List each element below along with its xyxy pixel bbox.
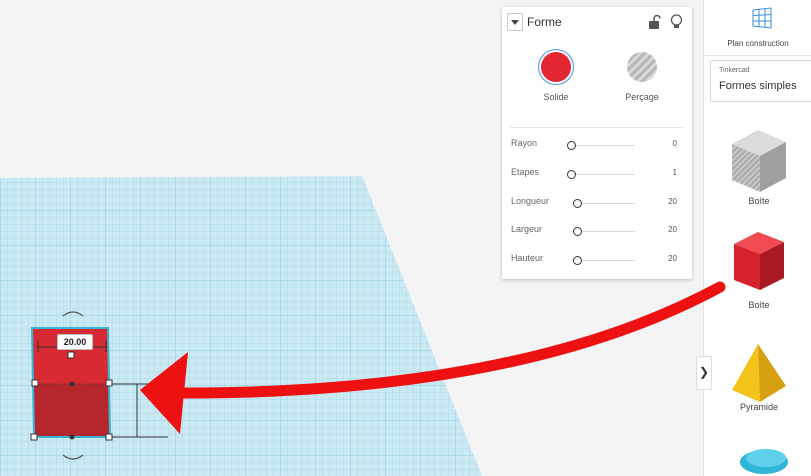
panel-title: Forme [527,15,562,29]
chevron-right-icon: ❯ [699,365,710,379]
param-label: Etapes [511,167,540,177]
param-value[interactable]: 20 [668,254,677,263]
unlock-icon[interactable] [648,15,661,30]
param-row-rayon: Rayon 0 [511,138,683,154]
shape-item-striped-box[interactable]: Boîte [714,124,804,214]
param-row-hauteur: Hauteur 20 [511,253,683,269]
cylinder-icon [740,449,788,474]
resize-handle [67,351,75,359]
hole-option[interactable]: Perçage [611,52,671,112]
param-value[interactable]: 20 [668,225,677,234]
slider-knob[interactable] [573,199,582,208]
param-label: Longueur [511,196,550,206]
shape-item-pyramid[interactable]: Pyramide [714,340,804,430]
param-label: Rayon [511,138,538,148]
slider-knob[interactable] [573,256,582,265]
panel-header: Forme [502,7,692,37]
slider-track[interactable] [571,174,635,175]
shape-label: Pyramide [739,402,778,412]
solid-swatch[interactable] [541,52,571,82]
work-plane-button[interactable]: Plan construction [704,0,811,56]
yellow-pyramid-icon [732,344,786,402]
library-dropdown[interactable]: Tinkercad Formes simples [710,60,811,102]
width-dimension-label[interactable]: 20.00 [57,334,93,350]
resize-handle [30,433,38,441]
collapse-sidebar-tab[interactable]: ❯ [696,356,712,390]
slider-knob[interactable] [573,227,582,236]
slider-knob[interactable] [567,141,576,150]
solid-option[interactable]: Solide [525,52,585,112]
divider [510,127,684,128]
height-dimension-label[interactable]: 0 [170,404,175,414]
param-row-largeur: Largeur 20 [511,224,683,240]
solid-label: Solide [543,92,569,102]
param-row-etapes: Etapes 1 [511,167,683,183]
collapse-panel-button[interactable] [507,13,523,31]
resize-handle [105,379,113,387]
lightbulb-icon[interactable] [670,14,683,30]
shape-label: Boîte [748,196,770,206]
param-label: Hauteur [511,253,544,263]
shape-library-sidebar: Plan construction Tinkercad Formes simpl… [703,0,811,476]
resize-handle [31,379,39,387]
shape-panel: Forme Solide Perçage Rayon 0 Etapes 1 Lo… [502,7,692,279]
param-value[interactable]: 0 [673,139,677,148]
shape-label: Boîte [748,300,770,310]
param-label: Largeur [511,224,543,234]
library-source: Tinkercad [719,67,750,74]
hole-label: Perçage [625,92,659,102]
shape-item-red-box[interactable]: Boîte [714,228,804,318]
slider-track[interactable] [571,145,635,146]
workplane-icon [752,7,772,29]
param-value[interactable]: 20 [668,197,677,206]
red-box-icon [734,232,784,290]
shape-item-cylinder[interactable] [714,440,804,476]
param-row-longueur: Longueur 20 [511,196,683,212]
work-plane-label: Plan construction [727,39,789,48]
slider-knob[interactable] [567,170,576,179]
resize-handle [105,433,113,441]
hole-swatch[interactable] [627,52,657,82]
striped-box-icon [732,130,786,192]
library-name: Formes simples [719,80,797,92]
param-value[interactable]: 1 [673,168,677,177]
